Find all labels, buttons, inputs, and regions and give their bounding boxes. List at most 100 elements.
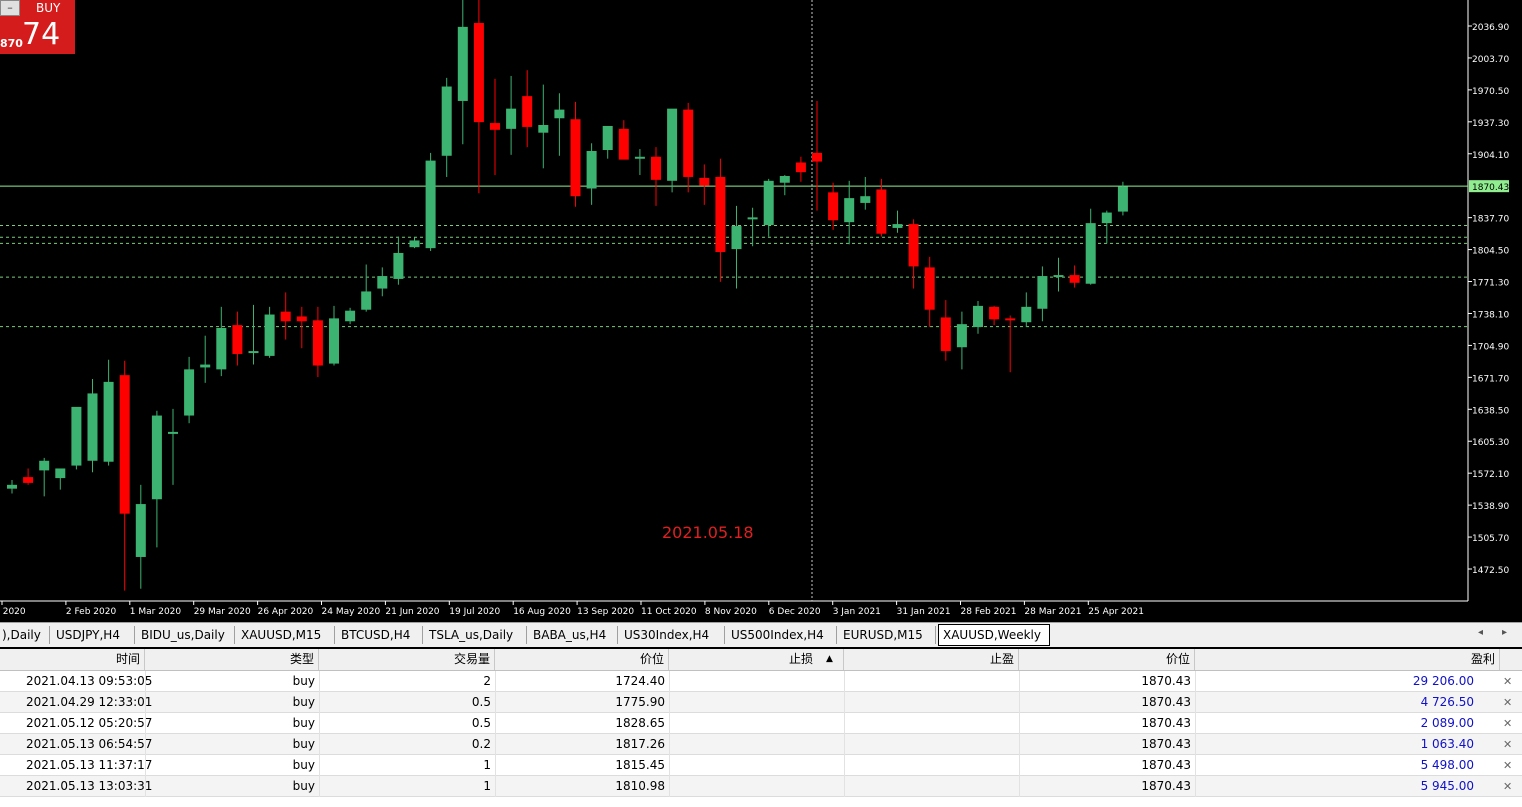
price-tick-label: 1771.30 [1472, 279, 1509, 289]
candle-body [377, 276, 388, 289]
candle-body [538, 124, 549, 133]
time-tick-label: Jan 2020 [0, 607, 26, 617]
column-header-type[interactable]: 类型 [145, 649, 319, 670]
candle-body [602, 125, 613, 151]
bid-price-tag-label: 1870.43 [1472, 183, 1509, 193]
chart-tab[interactable]: ),Daily [0, 626, 50, 644]
column-header-volume[interactable]: 交易量 [319, 649, 495, 670]
trade-row[interactable]: 2021.05.12 05:20:57 buy 0.5 1828.65 1870.43 2… [0, 713, 1522, 734]
chart-tab[interactable]: BTCUSD,H4 [337, 626, 423, 644]
trade-cell-time: 2021.04.13 09:53:05 [26, 674, 153, 688]
trade-cell-profit: 4 726.50 [1420, 695, 1474, 709]
close-position-icon[interactable]: ✕ [1503, 734, 1517, 755]
chart-tab[interactable]: BIDU_us,Daily [137, 626, 235, 644]
chart-tab[interactable]: BABA_us,H4 [529, 626, 618, 644]
price-tick-label: 1837.70 [1472, 215, 1509, 225]
candle-body [23, 477, 34, 483]
trade-cell-profit: 1 063.40 [1420, 737, 1474, 751]
trade-cell-sl [669, 671, 844, 692]
trade-cell-price: 1724.40 [615, 674, 665, 688]
candle-body [168, 431, 178, 434]
candle-body [216, 327, 227, 370]
candle-body [490, 123, 500, 130]
candle-body [296, 316, 307, 322]
trade-row[interactable]: 2021.05.13 11:37:17 buy 1 1815.45 1870.43 5 4… [0, 755, 1522, 776]
trade-cell-type: buy [292, 779, 315, 793]
close-position-icon[interactable]: ✕ [1503, 692, 1517, 713]
tab-scroll-right-icon[interactable]: ▸ [1502, 627, 1507, 638]
time-tick-label: 11 Oct 2020 [641, 607, 697, 617]
column-header-price[interactable]: 价位 [495, 649, 669, 670]
candle-body [312, 320, 323, 366]
time-tick-label: 31 Jan 2021 [897, 607, 951, 617]
trade-cell-cur_price: 1870.43 [1141, 737, 1191, 751]
trade-cell-type: buy [292, 737, 315, 751]
candle-body [779, 175, 790, 183]
candle-body [232, 325, 243, 354]
candle-body [71, 406, 82, 466]
candle-body [280, 311, 291, 322]
chart-tab[interactable]: US500Index,H4 [727, 626, 837, 644]
candle-body [860, 196, 871, 203]
column-header-sl[interactable]: 止损 [669, 649, 844, 670]
candle-body [812, 152, 822, 162]
trade-cell-type: buy [292, 716, 315, 730]
candle-body [667, 108, 678, 181]
candle-body [1085, 223, 1096, 284]
chart-tab[interactable]: US30Index,H4 [620, 626, 725, 644]
chart-tab[interactable]: XAUUSD,M15 [237, 626, 335, 644]
candle-body [828, 192, 839, 221]
trade-row[interactable]: 2021.05.13 06:54:57 buy 0.2 1817.26 1870.43 1… [0, 734, 1522, 755]
candle-body [876, 189, 887, 234]
column-header-profit[interactable]: 盈利 [1195, 649, 1500, 670]
candlestick-chart-svg[interactable]: 2036.90 2003.70 1970.50 1937.30 1904.10 1837.… [0, 0, 1522, 622]
collapse-icon[interactable]: – [0, 0, 20, 16]
chart-tab[interactable]: XAUUSD,Weekly [938, 624, 1050, 646]
price-chart[interactable]: 2036.90 2003.70 1970.50 1937.30 1904.10 1837.… [0, 0, 1522, 622]
candle-body [329, 318, 339, 364]
price-tick-label: 1472.50 [1472, 566, 1509, 576]
price-tick-label: 1605.30 [1472, 438, 1509, 448]
close-position-icon[interactable]: ✕ [1503, 755, 1517, 776]
price-tick-label: 1671.70 [1472, 374, 1509, 384]
price-tick-label: 1970.50 [1472, 87, 1509, 97]
trade-row[interactable]: 2021.05.13 13:03:31 buy 1 1810.98 1870.43 5 9… [0, 776, 1522, 797]
candle-body [393, 252, 404, 279]
candle-body [506, 108, 517, 129]
tab-scroll-left-icon[interactable]: ◂ [1478, 627, 1483, 638]
candle-body [973, 305, 983, 328]
trade-cell-tp [844, 755, 1019, 776]
candle-body [1021, 306, 1032, 323]
one-click-buy-panel[interactable]: – BUY 870 74 [0, 0, 75, 54]
trade-cell-cur_price: 1870.43 [1141, 674, 1191, 688]
trade-cell-time: 2021.05.12 05:20:57 [26, 716, 153, 730]
trade-table-header: 时间 类型 交易量 价位 止损 止盈 价位 盈利 ▲ [0, 649, 1522, 671]
trade-cell-volume: 1 [483, 779, 491, 793]
trade-cell-time: 2021.05.13 11:37:17 [26, 758, 153, 772]
trade-cell-profit: 2 089.00 [1420, 716, 1474, 730]
chart-tab[interactable]: USDJPY,H4 [52, 626, 135, 644]
close-position-icon[interactable]: ✕ [1503, 713, 1517, 734]
chart-tab[interactable]: EURUSD,M15 [839, 626, 936, 644]
close-position-icon[interactable]: ✕ [1503, 671, 1517, 692]
trade-row[interactable]: 2021.04.13 09:53:05 buy 2 1724.40 1870.43 29 … [0, 671, 1522, 692]
time-tick-label: 25 Apr 2021 [1088, 607, 1144, 617]
chart-tab[interactable]: TSLA_us,Daily [425, 626, 527, 644]
close-position-icon[interactable]: ✕ [1503, 776, 1517, 797]
candle-body [634, 156, 645, 159]
trade-cell-cur_price: 1870.43 [1141, 779, 1191, 793]
trade-cell-cur_price: 1870.43 [1141, 716, 1191, 730]
trade-cell-tp [844, 671, 1019, 692]
time-tick-label: 13 Sep 2020 [577, 607, 634, 617]
candle-body [795, 162, 806, 173]
buy-button-label[interactable]: BUY [36, 1, 60, 15]
trade-row[interactable]: 2021.04.29 12:33:01 buy 0.5 1775.90 1870.43 4… [0, 692, 1522, 713]
time-tick-label: 3 Jan 2021 [833, 607, 881, 617]
column-header-tp[interactable]: 止盈 [844, 649, 1019, 670]
column-header-time[interactable]: 时间 [0, 649, 145, 670]
candle-body [1037, 276, 1048, 309]
buy-price-big[interactable]: 74 [22, 18, 60, 52]
time-tick-label: 21 Jun 2020 [385, 607, 439, 617]
column-header-cur_price[interactable]: 价位 [1019, 649, 1195, 670]
time-tick-label: 2 Feb 2020 [66, 607, 117, 617]
